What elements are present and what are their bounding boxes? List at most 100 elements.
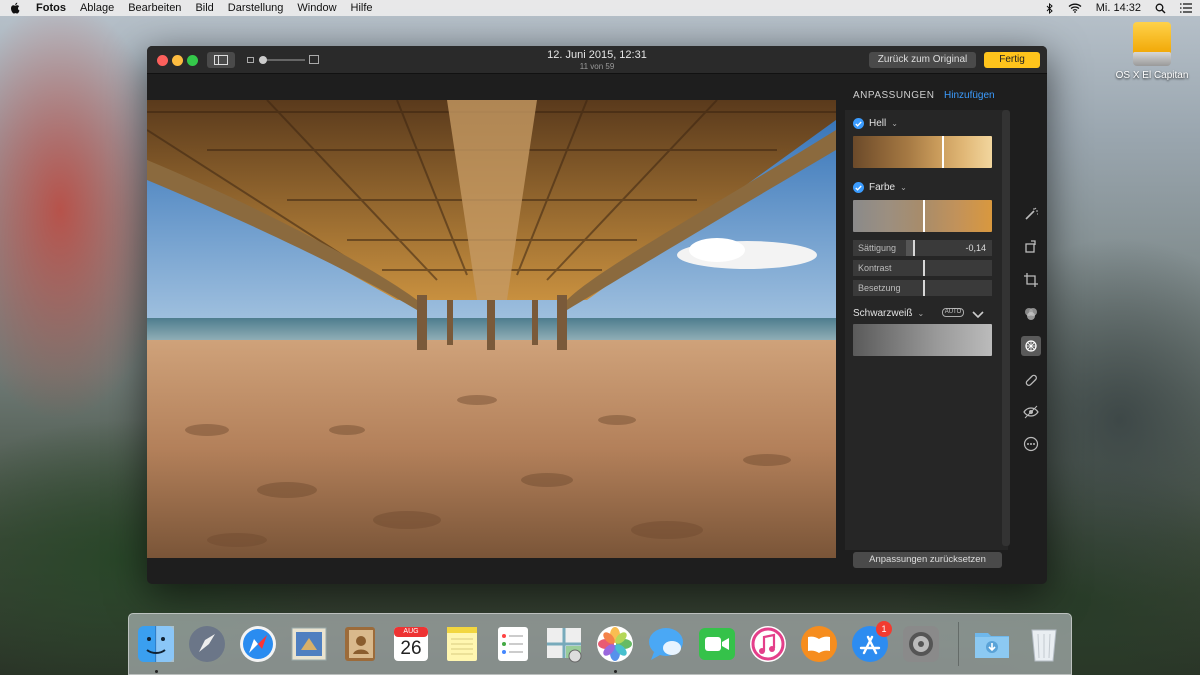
hard-drive-icon — [1133, 22, 1171, 66]
contrast-label: Kontrast — [858, 263, 892, 273]
filters-icon[interactable] — [1021, 304, 1041, 324]
messages-icon[interactable] — [646, 624, 686, 664]
menu-window[interactable]: Window — [297, 2, 336, 14]
reset-adjustments-button[interactable]: Anpassungen zurücksetzen — [853, 552, 1002, 568]
system-preferences-icon[interactable] — [901, 624, 941, 664]
contrast-slider[interactable]: Kontrast — [853, 260, 992, 276]
facetime-icon[interactable] — [697, 624, 737, 664]
light-label: Hell — [869, 118, 887, 129]
adjust-icon[interactable] — [1021, 336, 1041, 356]
spotlight-icon[interactable] — [1155, 3, 1166, 14]
photo-date-title: 12. Juni 2015, 12:31 — [547, 49, 647, 61]
chevron-down-icon: ⌄ — [891, 119, 898, 128]
minimize-button[interactable] — [172, 55, 183, 66]
itunes-icon[interactable] — [748, 624, 788, 664]
menu-darstellung[interactable]: Darstellung — [228, 2, 284, 14]
retouch-icon[interactable] — [1021, 370, 1041, 390]
finder-running-dot — [155, 670, 158, 673]
contacts-icon[interactable] — [340, 624, 380, 664]
rotate-icon[interactable] — [1021, 236, 1041, 256]
downloads-folder-icon[interactable] — [972, 624, 1012, 664]
cast-slider[interactable]: Besetzung — [853, 280, 992, 296]
bw-label: Schwarzweiß — [853, 308, 913, 319]
contrast-thumb[interactable] — [923, 260, 925, 276]
desktop-drive[interactable]: OS X El Capitan — [1112, 22, 1192, 81]
bluetooth-icon[interactable] — [1046, 2, 1054, 14]
sidebar-icon — [214, 55, 228, 65]
mail-icon[interactable] — [289, 624, 329, 664]
notification-center-icon[interactable] — [1180, 3, 1192, 13]
dock-separator — [958, 622, 959, 666]
bw-auto-label[interactable]: AUTO — [942, 308, 964, 317]
dock: AUG 26 1 — [128, 613, 1072, 675]
saturation-value: -0,14 — [965, 243, 986, 253]
photo-count: 11 von 59 — [579, 62, 615, 71]
reminders-icon[interactable] — [493, 624, 533, 664]
checkmark-icon[interactable] — [853, 118, 864, 129]
menu-bild[interactable]: Bild — [195, 2, 213, 14]
crop-icon[interactable] — [1021, 270, 1041, 290]
saturation-fill — [906, 240, 913, 256]
edit-tools — [1015, 196, 1047, 456]
launchpad-icon[interactable] — [187, 624, 227, 664]
light-slider-marker[interactable] — [942, 136, 944, 168]
color-slider-marker[interactable] — [923, 200, 925, 232]
zoom-slider[interactable] — [247, 54, 319, 66]
photos-icon[interactable] — [595, 624, 635, 664]
more-icon[interactable] — [1021, 434, 1041, 454]
saturation-label: Sättigung — [858, 243, 897, 253]
edited-photo[interactable] — [147, 100, 836, 558]
tab-add[interactable]: Hinzufügen — [944, 90, 995, 101]
zoom-in-icon — [309, 55, 319, 64]
safari-icon[interactable] — [238, 624, 278, 664]
calendar-month: AUG — [403, 628, 419, 635]
chevron-down-icon: ⌄ — [917, 309, 925, 318]
checkmark-icon[interactable] — [853, 182, 864, 193]
app-store-badge: 1 — [876, 621, 892, 637]
tab-adjustments[interactable]: ANPASSUNGEN — [853, 90, 934, 101]
saturation-thumb[interactable] — [913, 240, 915, 256]
menu-hilfe[interactable]: Hilfe — [351, 2, 373, 14]
drive-label: OS X El Capitan — [1115, 70, 1189, 81]
done-button[interactable]: Fertig — [984, 52, 1040, 68]
zoom-out-icon — [247, 57, 254, 63]
adjustments-panel: ANPASSUNGEN Hinzufügen Hell ⌄ Farbe ⌄ Sä… — [845, 74, 1015, 584]
fullscreen-button[interactable] — [187, 55, 198, 66]
chevron-down-icon: ⌄ — [900, 183, 907, 192]
calendar-icon[interactable]: AUG 26 — [391, 624, 431, 664]
maps-icon[interactable] — [544, 624, 584, 664]
ibooks-icon[interactable] — [799, 624, 839, 664]
photos-running-dot — [614, 670, 617, 673]
bw-filmstrip[interactable] — [853, 324, 992, 356]
red-eye-icon[interactable] — [1021, 402, 1041, 422]
wifi-icon[interactable] — [1068, 3, 1082, 13]
auto-enhance-icon[interactable] — [1021, 204, 1041, 224]
revert-to-original-button[interactable]: Zurück zum Original — [869, 52, 976, 68]
panel-scrollbar[interactable] — [1002, 110, 1010, 546]
menu-bar: Fotos Ablage Bearbeiten Bild Darstellung… — [0, 0, 1200, 16]
menu-app-name[interactable]: Fotos — [36, 2, 66, 14]
apple-menu-icon[interactable] — [8, 2, 22, 14]
color-section-header[interactable]: Farbe ⌄ — [853, 182, 907, 193]
adjustments-list: Hell ⌄ Farbe ⌄ Sättigung -0,14 Kontrast … — [845, 110, 1008, 550]
notes-icon[interactable] — [442, 624, 482, 664]
color-filmstrip[interactable] — [853, 200, 992, 232]
trash-icon[interactable] — [1024, 624, 1064, 664]
menu-clock[interactable]: Mi. 14:32 — [1096, 2, 1141, 14]
bw-section-header[interactable]: Schwarzweiß ⌄ — [853, 308, 924, 319]
menu-bearbeiten[interactable]: Bearbeiten — [128, 2, 181, 14]
close-button[interactable] — [157, 55, 168, 66]
photos-edit-window: 12. Juni 2015, 12:31 11 von 59 Zurück zu… — [147, 46, 1047, 584]
light-section-header[interactable]: Hell ⌄ — [853, 118, 898, 129]
title-bar: 12. Juni 2015, 12:31 11 von 59 Zurück zu… — [147, 46, 1047, 74]
color-label: Farbe — [869, 182, 896, 193]
menu-ablage[interactable]: Ablage — [80, 2, 114, 14]
saturation-slider[interactable]: Sättigung -0,14 — [853, 240, 992, 256]
cast-thumb[interactable] — [923, 280, 925, 296]
expand-chevron-icon[interactable] — [972, 308, 984, 319]
light-filmstrip[interactable] — [853, 136, 992, 168]
finder-icon[interactable] — [136, 624, 176, 664]
sidebar-toggle-button[interactable] — [207, 52, 235, 68]
calendar-day: 26 — [400, 638, 422, 659]
zoom-knob[interactable] — [259, 56, 267, 64]
